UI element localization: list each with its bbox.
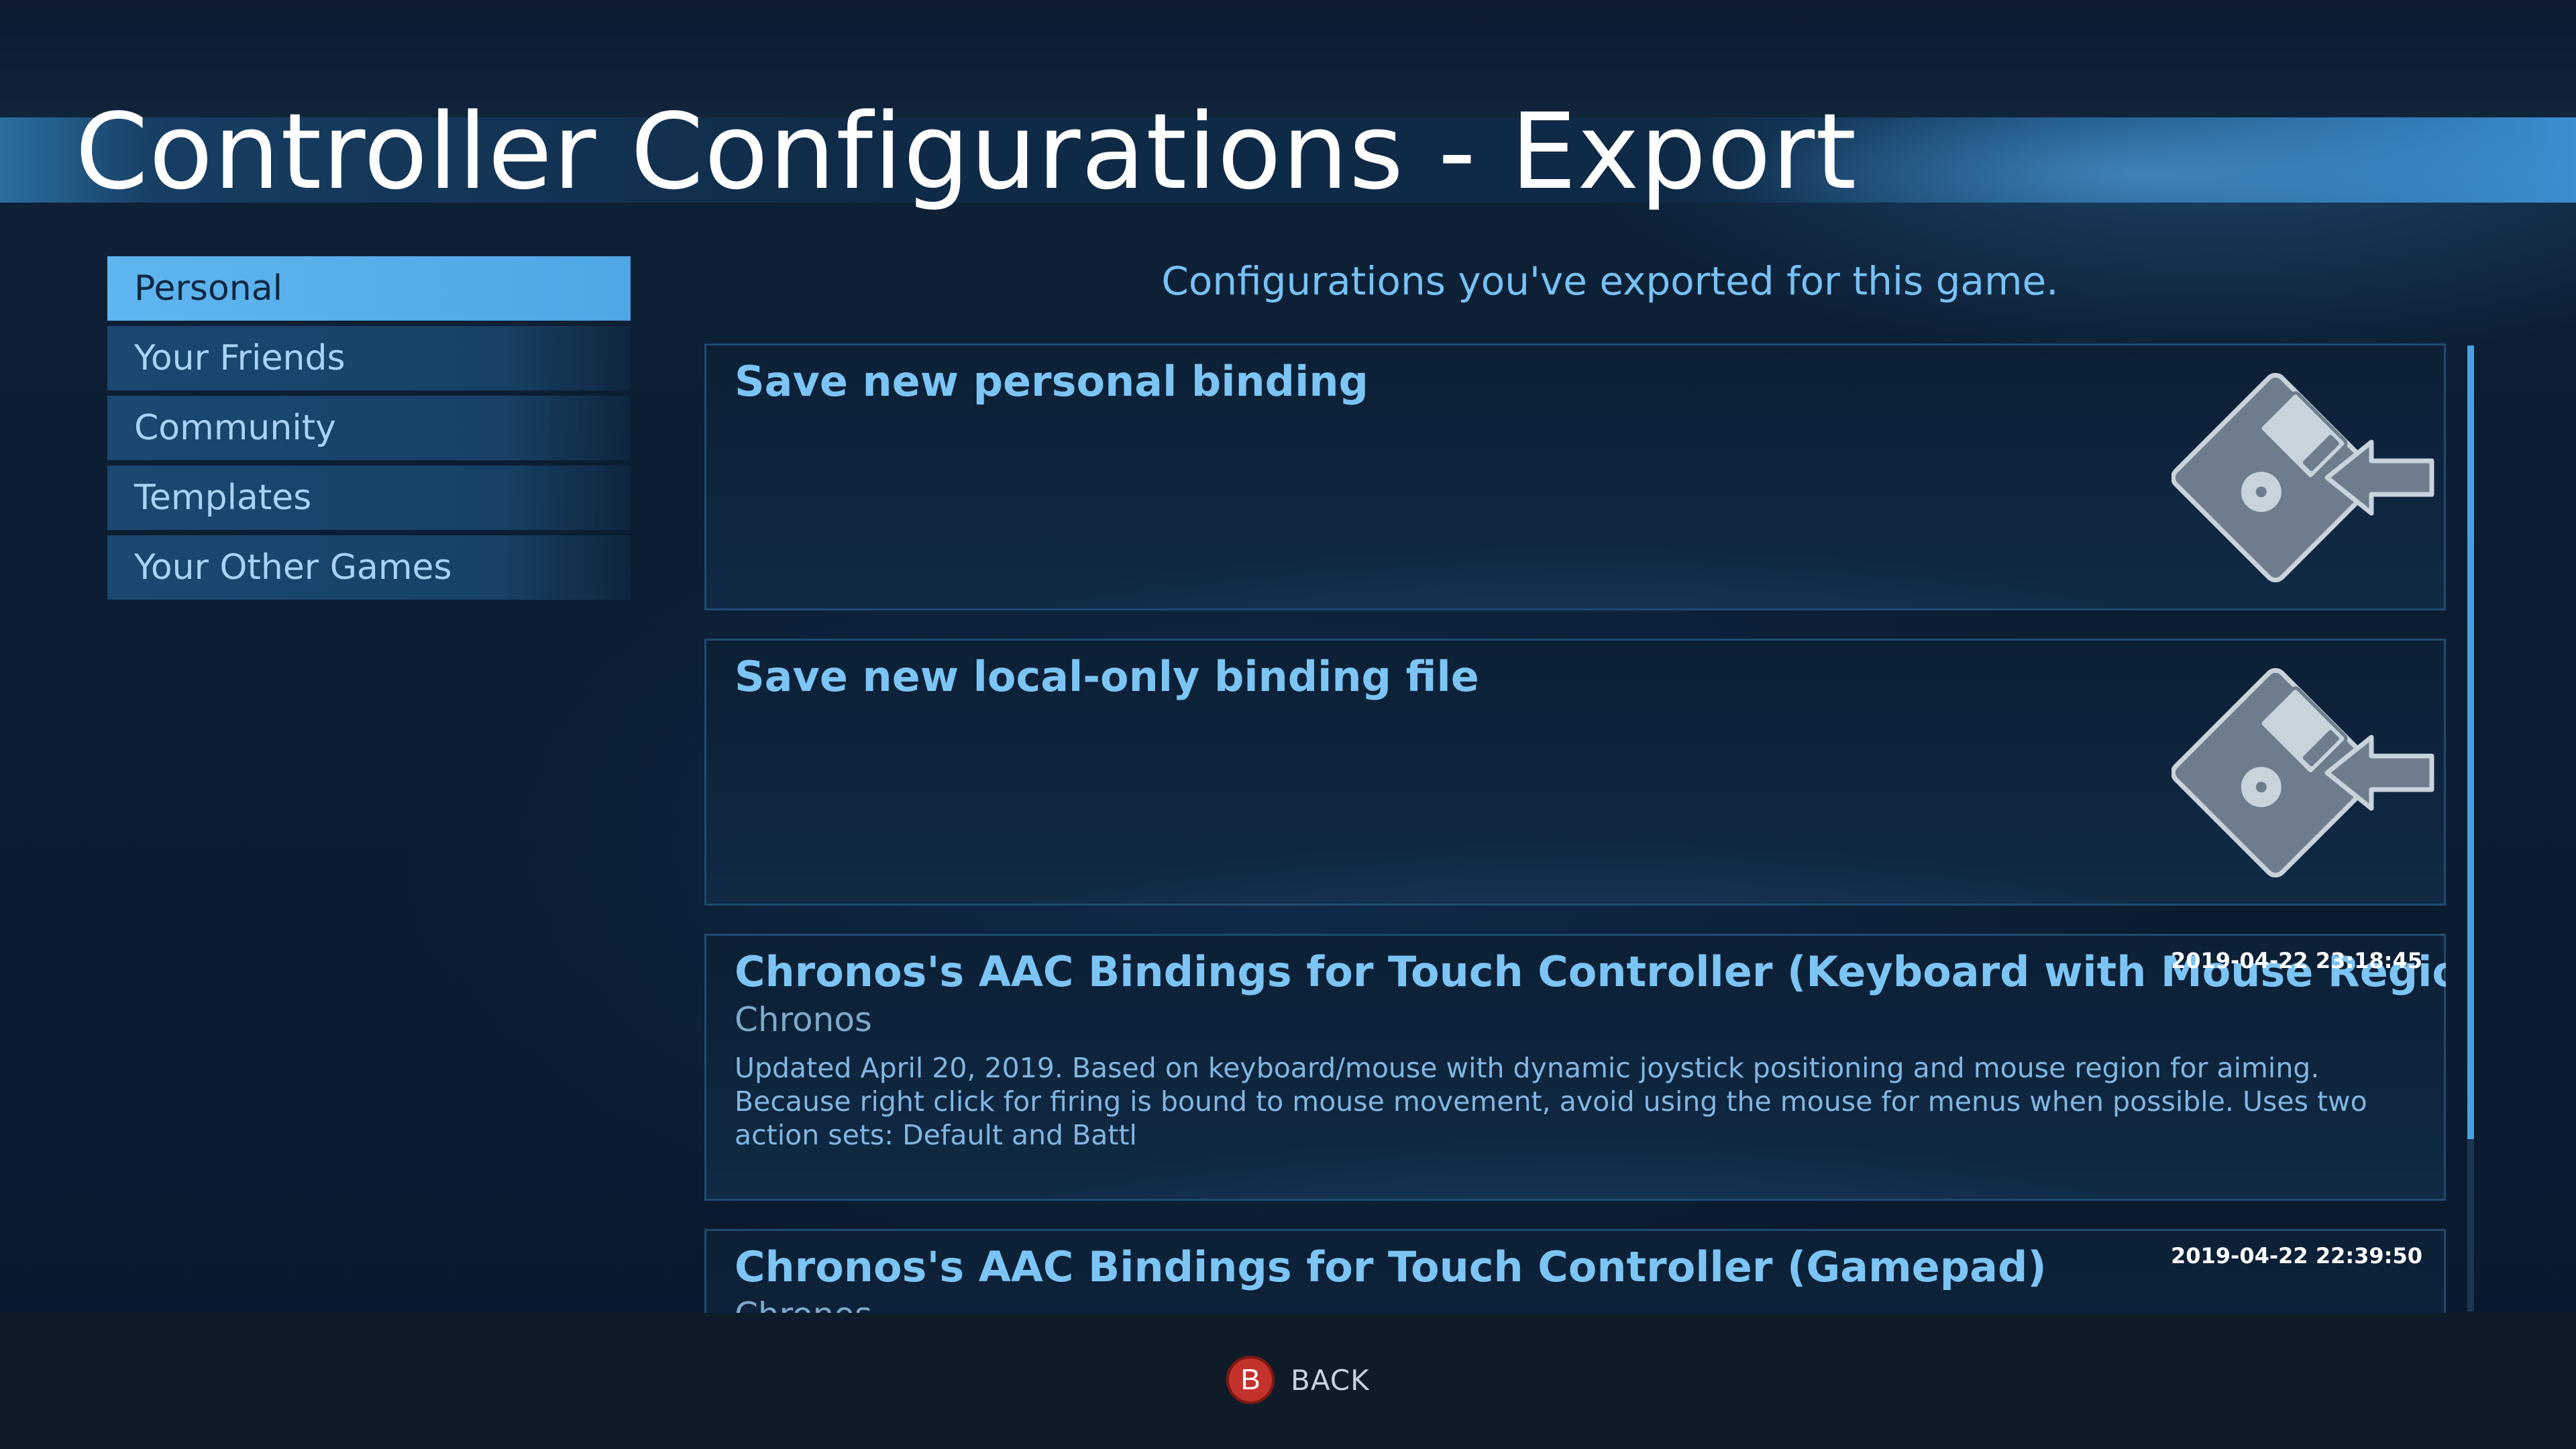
floppy-disk-save-icon [2171,372,2434,583]
scrollbar-thumb[interactable] [2467,345,2474,1139]
card-title: Save new local-only binding file [735,652,1479,701]
list-scrollbar[interactable] [2467,345,2474,1311]
card-title: Chronos's AAC Bindings for Touch Control… [735,1242,2047,1291]
binding-card-keyboard-mouse[interactable]: Chronos's AAC Bindings for Touch Control… [704,934,2446,1201]
b-button-icon: B [1226,1356,1275,1404]
binding-card-gamepad[interactable]: Chronos's AAC Bindings for Touch Control… [704,1229,2446,1313]
sidebar-item-templates[interactable]: Templates [107,466,631,530]
floppy-disk-save-icon [2171,667,2434,878]
configuration-list[interactable]: Save new personal binding Save new local… [704,343,2446,1313]
card-date: 2019-04-22 22:39:50 [2170,1243,2422,1269]
card-date: 2019-04-22 23:18:45 [2170,948,2422,973]
footer-bar: B BACK [0,1313,2576,1449]
card-author: Chronos [735,1295,872,1313]
sidebar-item-your-friends[interactable]: Your Friends [107,326,631,390]
section-subtitle: Configurations you've exported for this … [1161,258,2059,304]
save-local-binding-card[interactable]: Save new local-only binding file [704,639,2446,906]
sidebar-item-your-other-games[interactable]: Your Other Games [107,535,631,600]
card-title: Save new personal binding [735,357,1368,406]
sidebar-item-community[interactable]: Community [107,396,631,460]
page: Controller Configurations - Export Perso… [0,0,2576,1449]
save-personal-binding-card[interactable]: Save new personal binding [704,343,2446,610]
back-label: BACK [1291,1363,1370,1397]
sidebar-item-personal[interactable]: Personal [107,256,631,321]
sidebar: Personal Your Friends Community Template… [107,256,631,605]
card-author: Chronos [735,1000,872,1039]
page-title: Controller Configurations - Export [75,91,1858,213]
back-button[interactable]: B BACK [1226,1353,1370,1407]
card-description: Updated April 20, 2019. Based on keyboar… [735,1052,2367,1151]
